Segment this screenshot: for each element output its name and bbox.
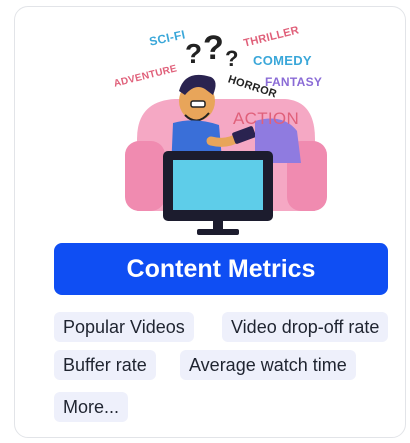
svg-text:?: ? xyxy=(203,29,224,67)
svg-text:?: ? xyxy=(225,46,238,71)
chip-more[interactable]: More... xyxy=(54,392,129,422)
chip-popular-videos[interactable]: Popular Videos xyxy=(54,312,194,342)
chip-buffer-rate[interactable]: Buffer rate xyxy=(54,350,156,380)
genre-label-comedy: COMEDY xyxy=(253,53,312,68)
confused-viewer-illustration: ? ? ? SCI-FI THRILLER ADVENTURE COMEDY F… xyxy=(113,21,335,239)
svg-text:?: ? xyxy=(185,38,202,69)
content-metrics-button[interactable]: Content Metrics xyxy=(54,243,388,295)
content-metrics-card: ? ? ? SCI-FI THRILLER ADVENTURE COMEDY F… xyxy=(14,6,406,438)
genre-label-action: ACTION xyxy=(233,109,300,128)
chip-video-drop-off-rate[interactable]: Video drop-off rate xyxy=(222,312,389,342)
chip-average-watch-time[interactable]: Average watch time xyxy=(180,350,356,380)
